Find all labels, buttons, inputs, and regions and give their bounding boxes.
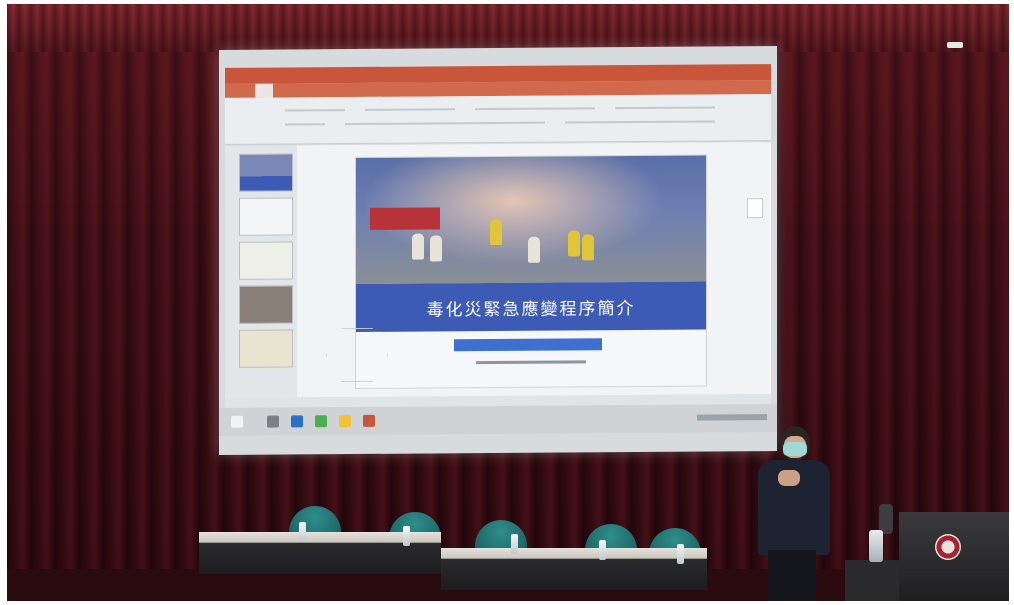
water-bottle [599,540,606,560]
projection-screen: 毒化災緊急應變程序簡介 [219,46,777,455]
responder-figure [568,230,580,257]
water-bottle [511,534,518,554]
ribbon-group [475,107,595,111]
slide-title-banner: 毒化災緊急應變程序簡介 [356,281,706,332]
responder-figure [412,233,424,260]
side-table [845,560,901,601]
ribbon-group [285,109,345,112]
ribbon-group [615,106,715,110]
red-banner [370,207,440,230]
hands-with-microphone [778,470,800,486]
powerpoint-ribbon [225,94,771,145]
search-icon [267,415,279,428]
ribbon-group [365,108,455,111]
face-mask [783,442,807,456]
curtain-valance [7,4,1009,52]
slide-edit-area: 毒化災緊急應變程序簡介 [297,142,771,398]
slide-footer-line [476,360,586,365]
side-tool-button [747,198,763,219]
powerpoint-icon [363,414,375,427]
responder-figure [582,234,594,261]
photo-scene: 毒化災緊急應變程序簡介 [7,4,1009,601]
hazmat-drill-photo [356,155,706,284]
desk [441,548,707,590]
hexagon-decoration [326,328,388,382]
system-tray [697,414,767,421]
speaker-legs [768,550,816,601]
ceiling-light [947,42,963,48]
slide-subtitle-bar [454,338,602,352]
slide-thumbnail [239,241,293,280]
responder-figure [430,235,442,262]
podium [899,512,1009,601]
slide-thumbnail-pane [225,145,297,398]
school-emblem [935,534,961,560]
ribbon-group [285,123,325,126]
water-bottle [677,544,684,564]
current-slide: 毒化災緊急應變程序簡介 [355,154,707,389]
water-bottle [299,522,306,542]
water-pitcher [869,530,883,562]
slide-thumbnail [239,197,293,236]
folder-icon [339,415,351,428]
slide-title: 毒化災緊急應變程序簡介 [426,298,636,320]
slide-thumbnail [239,285,293,324]
slide-thumbnail [239,153,293,192]
speaker [752,426,834,601]
ribbon-group [565,120,715,124]
slide-thumbnail [239,329,293,368]
edge-icon [291,415,303,428]
chrome-icon [315,415,327,428]
windows-taskbar [219,404,777,436]
responder-figure [528,236,540,263]
start-icon [231,415,243,428]
ribbon-group [345,121,545,126]
home-tab [255,83,273,98]
water-bottle [403,526,410,546]
responder-figure [490,218,502,246]
